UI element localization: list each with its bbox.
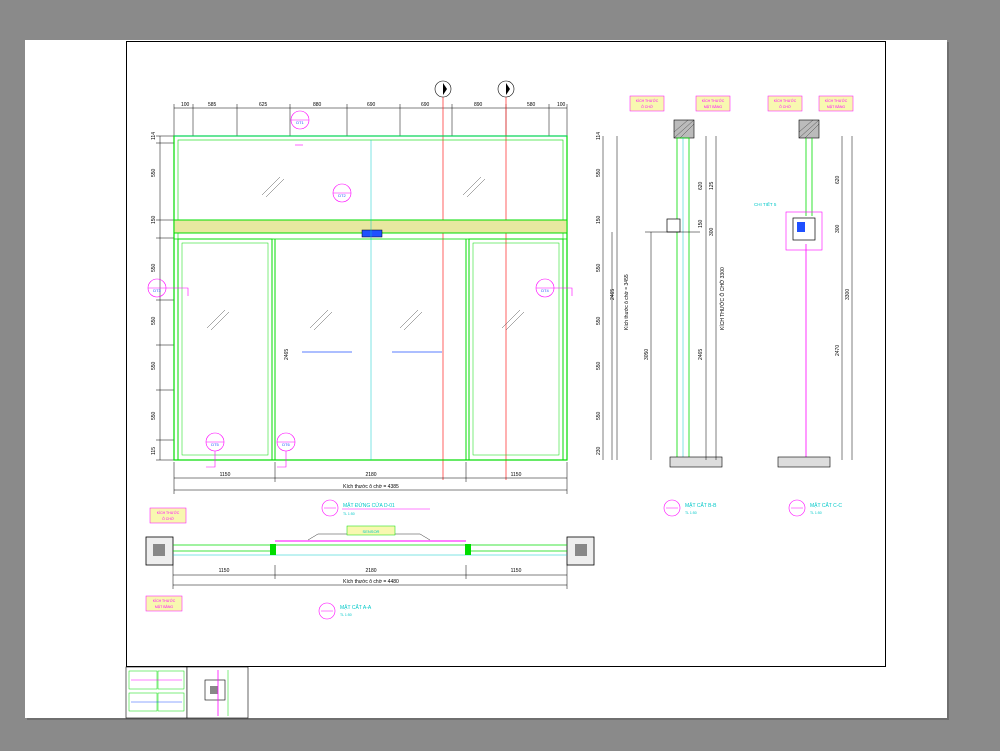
section-b-total: KÍCH THƯỚC Ô CHỜ 3300 <box>719 267 726 330</box>
right-dim-0: 114 <box>596 132 602 140</box>
right-dim-3: 550 <box>596 263 602 272</box>
callout-dt3-label: DT3 <box>153 288 161 293</box>
top-dim-7: 580 <box>527 102 536 108</box>
left-dim-2: 150 <box>151 215 157 224</box>
plan-dim-1: 2180 <box>365 568 376 574</box>
bottom-dim-0: 1150 <box>220 472 231 478</box>
top-dim-0: 100 <box>181 102 190 108</box>
callout-dt1-label: DT1 <box>296 120 304 125</box>
left-dim-3: 550 <box>151 263 157 272</box>
top-dim-2: 625 <box>259 102 268 108</box>
plan-tag2-top: KÍCH THƯỚC <box>153 598 176 603</box>
plan-tag-top: KÍCH THƯỚC <box>157 510 180 515</box>
top-dim-5: 690 <box>421 102 430 108</box>
section-b-tag1-bot: Ô CHỜ <box>641 104 653 109</box>
section-c-subtitle: TL 1:50 <box>810 511 822 515</box>
total-width: Kích thước ô chờ = 4385 <box>343 484 399 490</box>
bottom-dim-1: 2180 <box>365 472 376 478</box>
callout-dt2: DT2 <box>332 183 352 203</box>
right-dim-6: 550 <box>596 411 602 420</box>
top-dim-6: 890 <box>474 102 483 108</box>
leaf-height: 2465 <box>284 349 290 360</box>
section-b-base-dim: 3050 <box>644 349 650 360</box>
bottom-dim-2: 1150 <box>511 472 522 478</box>
section-c-total: 3300 <box>845 289 851 300</box>
detail-label: CHI TIẾT 5 <box>754 201 777 207</box>
elevation-title-block: MẶT ĐỨNG CỬA D-01 TL 1:50 <box>321 499 430 517</box>
left-dim-7: 115 <box>151 447 157 455</box>
top-dim-1: 585 <box>208 102 217 108</box>
callout-dt6: DT6 <box>276 432 296 468</box>
callout-dt4-label: DT4 <box>541 288 549 293</box>
section-b-dim-a1: 150 <box>698 219 704 228</box>
grid-marker-2 <box>497 80 515 480</box>
plan-tag2-bot: MẶT BẰNG <box>155 604 173 609</box>
left-dim-5: 550 <box>151 361 157 370</box>
callout-dt6-label: DT6 <box>282 442 290 447</box>
left-dim-4: 550 <box>151 316 157 325</box>
right-dim-2: 150 <box>596 215 602 224</box>
section-b-dim-a2: 2465 <box>698 349 704 360</box>
section-c-dim-2: 2470 <box>835 345 841 356</box>
sensor-label: SENSOR <box>363 529 380 534</box>
plan-subtitle: TL 1:50 <box>340 613 352 617</box>
right-dim-5: 550 <box>596 361 602 370</box>
section-b-dim-b0: 125 <box>709 181 715 190</box>
thumbnail-strip <box>125 666 249 719</box>
elevation-title: MẶT ĐỨNG CỬA D-01 <box>343 502 395 509</box>
left-dim-1: 550 <box>151 168 157 177</box>
section-c-tag1-top: KÍCH THƯỚC <box>774 98 797 103</box>
section-b-tag1-top: KÍCH THƯỚC <box>636 98 659 103</box>
top-dim-3: 880 <box>313 102 322 108</box>
vertical-total: Kích thước ô chờ = 3455 <box>624 274 630 330</box>
section-c-title: MẶT CẮT C-C <box>810 501 842 509</box>
top-dim-8: 100 <box>557 102 566 108</box>
grid-marker-1 <box>434 80 452 480</box>
top-dim-4: 690 <box>367 102 376 108</box>
section-c-dim-0: 620 <box>835 175 841 184</box>
section-b-title: MẶT CẮT B-B <box>685 501 717 509</box>
left-dim-0: 114 <box>151 132 157 140</box>
section-b: KÍCH THƯỚC Ô CHỜ KÍCH THƯỚC MẶT BẰNG 305… <box>629 95 731 517</box>
section-c-tag1-bot: Ô CHỜ <box>779 104 791 109</box>
callout-dt2-label: DT2 <box>338 193 346 198</box>
plan-tag-bot: Ô CHỜ <box>162 516 174 521</box>
section-b-subtitle: TL 1:50 <box>685 511 697 515</box>
right-inner-dim: 2465 <box>610 289 616 300</box>
plan-dim-2: 1150 <box>511 568 522 574</box>
section-b-tag2-top: KÍCH THƯỚC <box>702 98 725 103</box>
elevation-subtitle: TL 1:50 <box>343 512 355 516</box>
section-b-dim-b1: 300 <box>709 227 715 236</box>
plan-total: Kích thước ô chờ = 4480 <box>343 579 399 585</box>
section-c: KÍCH THƯỚC Ô CHỜ KÍCH THƯỚC MẶT BẰNG CHI… <box>754 95 854 517</box>
callout-dt5-label: DT5 <box>211 442 219 447</box>
section-c-tag2-bot: MẶT BẰNG <box>827 104 845 109</box>
right-dim-1: 550 <box>596 168 602 177</box>
plan-title: MẶT CẮT A-A <box>340 603 372 611</box>
section-b-dim-a0: 620 <box>698 181 704 190</box>
right-dim-4: 550 <box>596 316 602 325</box>
section-c-dim-1: 300 <box>835 224 841 233</box>
right-dim-7: 230 <box>596 446 602 455</box>
plan-dim-0: 1150 <box>219 568 230 574</box>
section-c-tag2-top: KÍCH THƯỚC <box>825 98 848 103</box>
cad-drawing: 100 585 625 880 690 690 890 580 100 114 … <box>125 80 854 719</box>
section-b-tag2-bot: MẶT BẰNG <box>704 104 722 109</box>
callout-dt5: DT5 <box>205 432 225 468</box>
plan-section: KÍCH THƯỚC Ô CHỜ KÍCH THƯỚC MẶT BẰNG SEN… <box>145 507 595 620</box>
front-elevation: 100 585 625 880 690 690 890 580 100 114 … <box>147 80 630 517</box>
left-dim-6: 550 <box>151 411 157 420</box>
